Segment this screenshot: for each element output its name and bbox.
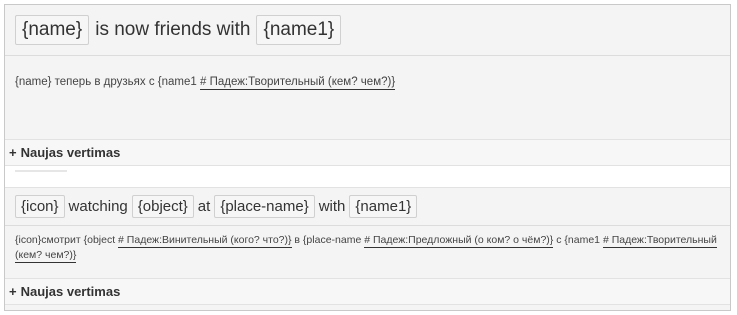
- translation-list: {name} is now friends with {name1} {name…: [4, 4, 731, 311]
- source-text: with: [318, 198, 346, 215]
- source-text: at: [197, 198, 211, 215]
- source-string-1: {name} is now friends with {name1}: [5, 5, 730, 56]
- placeholder-chip[interactable]: {icon}: [15, 195, 65, 218]
- source-text: is now friends with: [95, 19, 251, 40]
- translation-text: с {name1: [553, 234, 603, 246]
- plus-icon: +: [9, 145, 17, 160]
- translation-text: в {place-name: [291, 234, 365, 246]
- new-translation-button[interactable]: + Naujas vertimas: [5, 279, 730, 305]
- row-separator: [5, 166, 730, 188]
- translation-text: {icon}смотрит {object: [15, 234, 119, 246]
- new-translation-button[interactable]: + Naujas vertimas: [5, 140, 730, 166]
- placeholder-chip[interactable]: {name}: [15, 15, 90, 45]
- case-annotation: # Падеж:Предложный (о ком? о чём?)}: [364, 234, 554, 248]
- case-annotation: # Падеж:Творительный (кем? чем?)}: [200, 76, 396, 90]
- translation-text: {name} теперь в друзьях с {name1: [15, 76, 200, 88]
- translation-1[interactable]: {name} теперь в друзьях с {name1 # Падеж…: [5, 56, 730, 140]
- source-text: watching: [68, 198, 128, 215]
- translation-2[interactable]: {icon}смотрит {object # Падеж:Винительны…: [5, 226, 730, 279]
- source-string-2: {icon} watching {object} at {place-name}…: [5, 188, 730, 226]
- placeholder-chip[interactable]: {place-name}: [214, 195, 315, 218]
- placeholder-chip[interactable]: {name1}: [256, 15, 342, 45]
- placeholder-chip[interactable]: {name1}: [349, 195, 418, 218]
- new-translation-label: Naujas vertimas: [20, 145, 121, 160]
- plus-icon: +: [9, 284, 17, 299]
- new-translation-label: Naujas vertimas: [20, 284, 121, 299]
- separator-stub: [15, 170, 67, 172]
- placeholder-chip[interactable]: {object}: [131, 195, 194, 218]
- case-annotation: # Падеж:Винительный (кого? что?)}: [118, 234, 292, 248]
